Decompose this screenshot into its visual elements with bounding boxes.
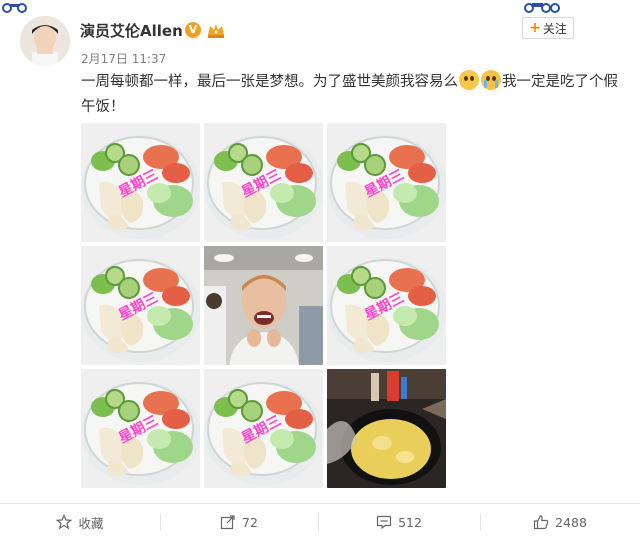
post-image-3[interactable]: 星期三 [327,123,446,242]
comment-icon [376,515,392,530]
post-image-9[interactable] [327,369,446,488]
verified-badge-icon: V [185,22,201,38]
comment-count: 512 [398,514,422,530]
post-image-6[interactable]: 星期三 [327,246,446,365]
fearful-face-icon [459,70,479,90]
repost-button[interactable]: 72 [160,504,318,540]
favorite-button[interactable]: 收藏 [0,504,160,540]
post-image-5[interactable] [204,246,323,365]
post-text-part1: 一周每顿都一样，最后一张是梦想。为了盛世美颜我容易么 [81,74,458,90]
plus-icon: + [529,20,541,36]
thumbs-up-icon [533,515,549,530]
post-image-7[interactable]: 星期三 [81,369,200,488]
follow-button[interactable]: + 关注 [522,17,574,39]
post-image-8[interactable]: 星期三 [204,369,323,488]
like-count: 2488 [555,514,587,530]
follow-label: 关注 [542,21,567,36]
motorcycle-decoration-icon [2,3,27,13]
like-button[interactable]: 2488 [480,504,640,540]
post-text: 一周每顿都一样，最后一张是梦想。为了盛世美颜我容易么 我一定是吃了个假午饭！ [81,70,626,120]
post-timestamp[interactable]: 2月17日 11:37 [81,50,166,67]
post-image-1[interactable]: 星期三 [81,123,200,242]
favorite-label: 收藏 [78,515,104,531]
repost-count: 72 [242,514,258,530]
crying-face-icon [481,70,501,90]
username[interactable]: 演员艾伦Allen [80,20,183,41]
repost-icon [220,515,235,530]
post-image-2[interactable]: 星期三 [204,123,323,242]
star-icon [56,514,73,530]
post-image-4[interactable]: 星期三 [81,246,200,365]
avatar[interactable] [20,16,70,66]
motorcycle-decoration-icon [524,3,560,13]
vip-crown-icon [208,24,224,38]
action-toolbar: 收藏 72 512 2488 [0,503,640,540]
comment-button[interactable]: 512 [318,504,480,540]
